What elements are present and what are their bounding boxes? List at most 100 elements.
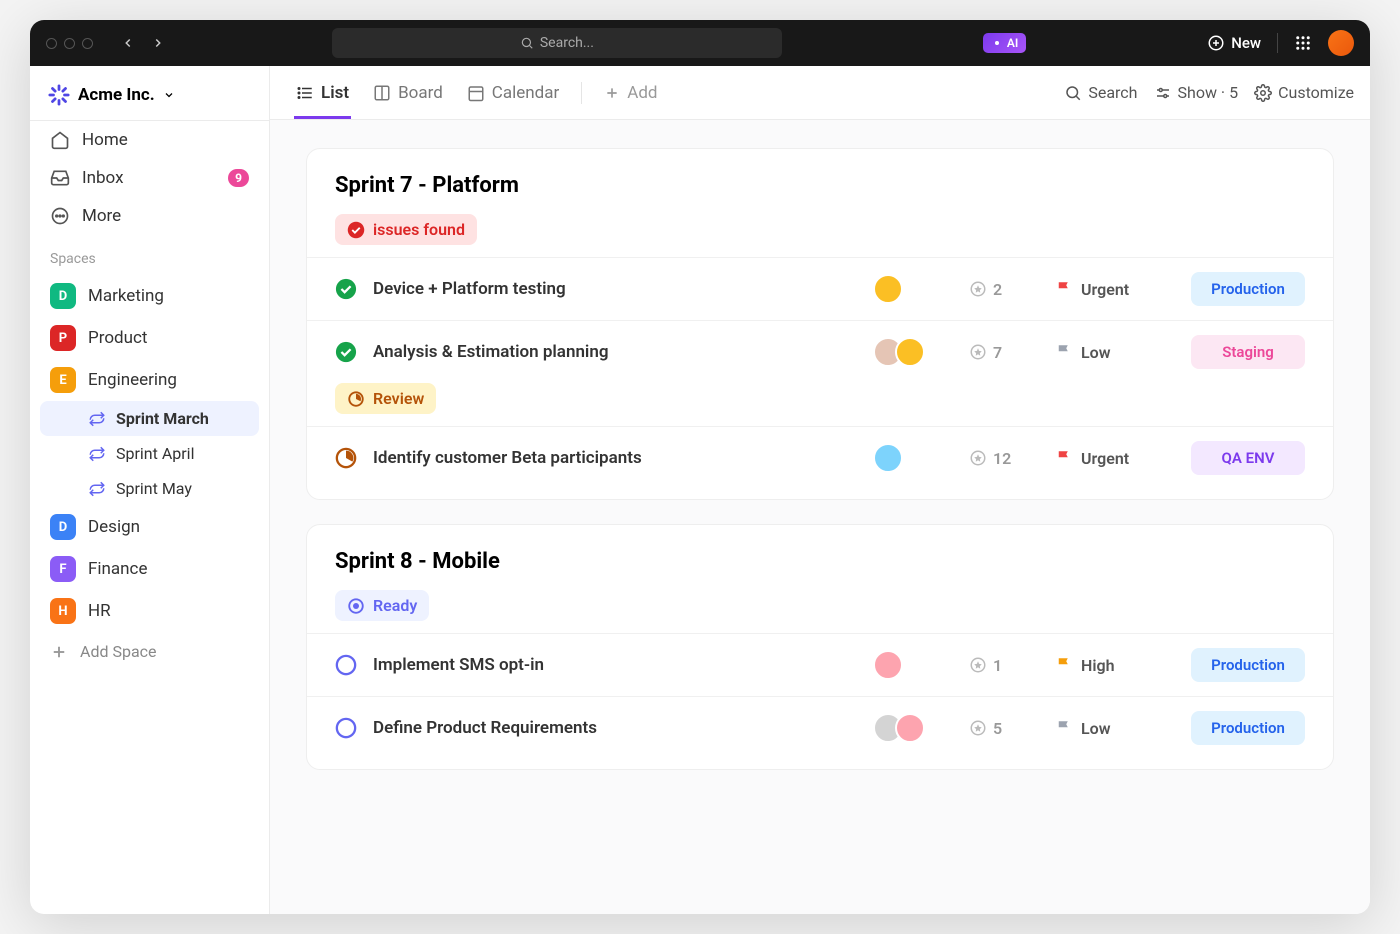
user-avatar[interactable] bbox=[1328, 30, 1354, 56]
sprint-title: Sprint 8 - Mobile bbox=[307, 549, 1333, 590]
assignees bbox=[873, 274, 953, 304]
sidebar-space-design[interactable]: DDesign bbox=[30, 506, 269, 548]
max-dot[interactable] bbox=[82, 38, 93, 49]
forward-button[interactable] bbox=[145, 30, 171, 56]
plus-icon bbox=[604, 85, 620, 101]
priority[interactable]: Urgent bbox=[1055, 280, 1175, 299]
task-row[interactable]: Identify customer Beta participants 12 U… bbox=[307, 426, 1333, 489]
window-controls[interactable] bbox=[46, 38, 93, 49]
main-content: List Board Calendar Add bbox=[270, 66, 1370, 914]
tab-list[interactable]: List bbox=[286, 68, 359, 118]
sprint-icon bbox=[88, 445, 106, 463]
assignees bbox=[873, 337, 953, 367]
subtask-count[interactable]: 1 bbox=[969, 656, 1039, 675]
assignee-avatar[interactable] bbox=[895, 713, 925, 743]
task-row[interactable]: Analysis & Estimation planning 7 Low Sta… bbox=[307, 320, 1333, 383]
flag-icon bbox=[1055, 343, 1073, 361]
star-icon bbox=[969, 280, 987, 298]
priority[interactable]: Urgent bbox=[1055, 449, 1175, 468]
task-status-icon[interactable] bbox=[335, 341, 357, 363]
space-badge: P bbox=[50, 325, 76, 351]
min-dot[interactable] bbox=[64, 38, 75, 49]
close-dot[interactable] bbox=[46, 38, 57, 49]
search-icon bbox=[520, 36, 534, 50]
task-row[interactable]: Define Product Requirements 5 Low Produc… bbox=[307, 696, 1333, 759]
apps-icon[interactable] bbox=[1294, 34, 1312, 52]
plus-icon bbox=[50, 643, 68, 661]
app-window: Search... AI New Acme Inc. H bbox=[30, 20, 1370, 914]
sidebar-sprint-item[interactable]: Sprint May bbox=[40, 471, 259, 506]
sprint-card: Sprint 7 - Platformissues found Device +… bbox=[306, 148, 1334, 500]
sidebar-space-finance[interactable]: F Finance bbox=[30, 548, 269, 590]
new-button[interactable]: New bbox=[1207, 34, 1261, 52]
sparkle-icon bbox=[991, 37, 1003, 49]
priority[interactable]: High bbox=[1055, 656, 1175, 675]
ai-button[interactable]: AI bbox=[983, 33, 1026, 53]
environment-tag[interactable]: QA ENV bbox=[1191, 441, 1305, 475]
task-status-icon[interactable] bbox=[335, 447, 357, 469]
subtask-count[interactable]: 7 bbox=[969, 343, 1039, 362]
assignees bbox=[873, 713, 953, 743]
space-label: Engineering bbox=[88, 370, 177, 390]
plus-circle-icon bbox=[1207, 34, 1225, 52]
tab-board[interactable]: Board bbox=[363, 68, 453, 118]
star-icon bbox=[969, 719, 987, 737]
assignee-avatar[interactable] bbox=[873, 274, 903, 304]
subtask-count[interactable]: 12 bbox=[969, 449, 1039, 468]
assignee-avatar[interactable] bbox=[873, 650, 903, 680]
status-pill-issues[interactable]: issues found bbox=[335, 214, 477, 245]
task-status-icon[interactable] bbox=[335, 654, 357, 676]
star-icon bbox=[969, 343, 987, 361]
global-search[interactable]: Search... bbox=[332, 28, 782, 58]
sidebar-space-hr[interactable]: HHR bbox=[30, 590, 269, 632]
assignee-avatar[interactable] bbox=[895, 337, 925, 367]
task-row[interactable]: Implement SMS opt-in 1 High Production bbox=[307, 633, 1333, 696]
environment-tag[interactable]: Production bbox=[1191, 272, 1305, 306]
status-pill-ready[interactable]: Ready bbox=[335, 590, 429, 621]
inbox-badge: 9 bbox=[228, 169, 249, 187]
sidebar-space-marketing[interactable]: D Marketing bbox=[30, 275, 269, 317]
tab-calendar[interactable]: Calendar bbox=[457, 68, 569, 118]
space-label: HR bbox=[88, 601, 111, 621]
space-badge: F bbox=[50, 556, 76, 582]
flag-icon bbox=[1055, 656, 1073, 674]
task-status-icon[interactable] bbox=[335, 717, 357, 739]
view-show-button[interactable]: Show · 5 bbox=[1154, 83, 1239, 102]
priority[interactable]: Low bbox=[1055, 719, 1175, 738]
view-customize-button[interactable]: Customize bbox=[1254, 83, 1354, 102]
environment-tag[interactable]: Staging bbox=[1191, 335, 1305, 369]
space-label: Finance bbox=[88, 559, 147, 579]
sidebar-more[interactable]: More bbox=[30, 197, 269, 235]
workspace-selector[interactable]: Acme Inc. bbox=[30, 80, 269, 121]
search-placeholder: Search... bbox=[540, 35, 594, 51]
status-pill-review[interactable]: Review bbox=[335, 383, 436, 414]
subtask-count[interactable]: 2 bbox=[969, 280, 1039, 299]
priority[interactable]: Low bbox=[1055, 343, 1175, 362]
workspace-name: Acme Inc. bbox=[78, 85, 155, 105]
subtask-count[interactable]: 5 bbox=[969, 719, 1039, 738]
assignee-avatar[interactable] bbox=[873, 443, 903, 473]
sidebar-sprint-item[interactable]: Sprint April bbox=[40, 436, 259, 471]
environment-tag[interactable]: Production bbox=[1191, 711, 1305, 745]
sidebar-inbox[interactable]: Inbox 9 bbox=[30, 159, 269, 197]
tab-add-view[interactable]: Add bbox=[594, 68, 667, 118]
view-tabs: List Board Calendar Add bbox=[270, 66, 1370, 120]
space-badge: E bbox=[50, 367, 76, 393]
space-badge: D bbox=[50, 283, 76, 309]
sidebar-space-product[interactable]: PProduct bbox=[30, 317, 269, 359]
space-label: Marketing bbox=[88, 286, 164, 306]
view-search-button[interactable]: Search bbox=[1064, 83, 1137, 102]
sidebar-space-engineering[interactable]: E Engineering bbox=[30, 359, 269, 401]
sidebar-sprint-item[interactable]: Sprint March bbox=[40, 401, 259, 436]
sidebar-home[interactable]: Home bbox=[30, 121, 269, 159]
sprint-label: Sprint May bbox=[116, 479, 192, 498]
search-icon bbox=[1064, 84, 1082, 102]
task-name: Implement SMS opt-in bbox=[373, 655, 857, 675]
add-space-button[interactable]: Add Space bbox=[30, 632, 269, 671]
environment-tag[interactable]: Production bbox=[1191, 648, 1305, 682]
task-row[interactable]: Device + Platform testing 2 Urgent Produ… bbox=[307, 257, 1333, 320]
task-status-icon[interactable] bbox=[335, 278, 357, 300]
task-name: Identify customer Beta participants bbox=[373, 448, 857, 468]
assignees bbox=[873, 443, 953, 473]
back-button[interactable] bbox=[115, 30, 141, 56]
